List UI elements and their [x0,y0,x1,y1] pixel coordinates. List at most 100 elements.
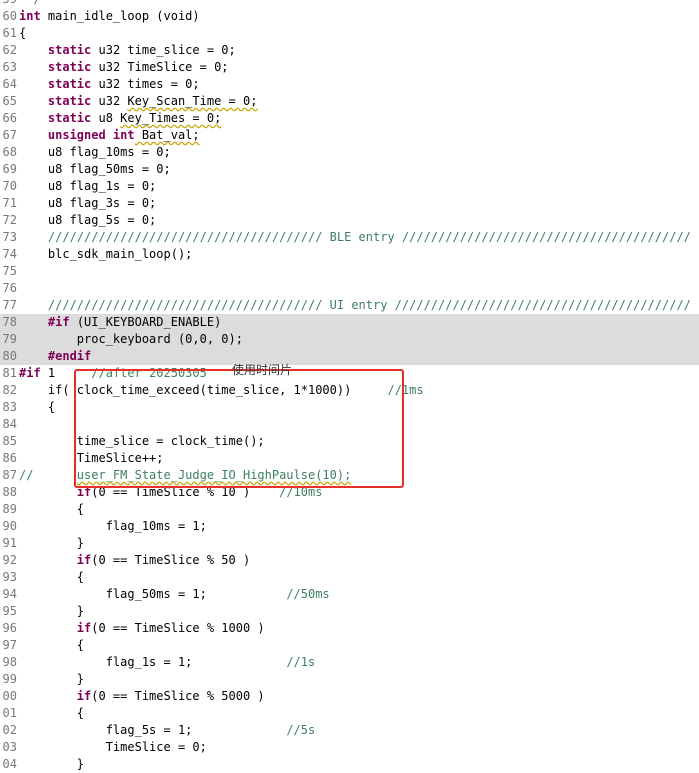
code-line[interactable]: 03 TimeSlice = 0; [0,739,699,756]
code-text: proc_keyboard (0,0, 0); [19,331,243,348]
code-line[interactable]: 94 flag_50ms = 1; //50ms [0,586,699,603]
line-number: 85 [2,434,17,448]
code-token: if [76,621,92,635]
line-number: 65 [2,94,17,108]
line-number: 79 [2,332,17,346]
code-line[interactable]: 60 int main_idle_loop (void) [0,8,699,25]
line-number: 73 [2,230,17,244]
code-token: unsigned int [47,128,135,142]
code-text: static u32 time_slice = 0; [19,42,236,59]
code-line[interactable]: 97 { [0,637,699,654]
code-text: { [19,705,84,722]
code-token: //1s [286,655,316,669]
code-token: Key_Scan_Time = 0; [127,94,258,108]
code-text: } [19,603,84,620]
code-line[interactable]: 75 [0,263,699,280]
code-line[interactable]: 01 { [0,705,699,722]
code-line[interactable]: 79 proc_keyboard (0,0, 0); [0,331,699,348]
line-number: 74 [2,247,17,261]
code-token: static [47,111,92,125]
code-line[interactable]: 73 /////////////////////////////////////… [0,229,699,246]
code-token: (0 == TimeSlice % 5000 ) [91,689,265,703]
code-line[interactable]: 70 u8 flag_1s = 0; [0,178,699,195]
line-number: 64 [2,77,17,91]
code-line[interactable]: 62 static u32 time_slice = 0; [0,42,699,59]
code-text: if(0 == TimeSlice % 50 ) [19,552,250,569]
code-token: blc_sdk_main_loop(); [19,247,193,261]
code-line[interactable]: 80 #endif [0,348,699,365]
line-number: 95 [2,604,17,618]
code-token: { [19,638,85,652]
code-line[interactable]: 71 u8 flag_3s = 0; [0,195,699,212]
code-token: u32 [91,94,128,108]
line-number: 84 [2,417,17,431]
code-line[interactable]: 02 flag_5s = 1; //5s [0,722,699,739]
code-token: Key_Times = 0; [120,111,222,125]
code-line[interactable]: 59 / [0,0,699,8]
line-number: 87 [2,468,17,482]
code-line[interactable]: 67 unsigned int Bat_val; [0,127,699,144]
code-line[interactable]: 78 #if (UI_KEYBOARD_ENABLE) [0,314,699,331]
code-token: u8 flag_50ms = 0; [19,162,171,176]
code-text: int main_idle_loop (void) [19,8,200,25]
code-text: { [19,569,84,586]
line-number: 63 [2,60,17,74]
code-text: u8 flag_50ms = 0; [19,161,171,178]
code-line[interactable]: 64 static u32 times = 0; [0,76,699,93]
code-token: #if [47,315,70,329]
code-token: flag_5s = 1; [19,723,287,737]
line-number: 75 [2,264,17,278]
code-token: static [47,77,92,91]
code-text: static u32 times = 0; [19,76,200,93]
code-line[interactable]: 98 flag_1s = 1; //1s [0,654,699,671]
code-token: static [47,60,92,74]
code-line[interactable]: 63 static u32 TimeSlice = 0; [0,59,699,76]
code-token: { [19,400,56,414]
code-token: } [19,604,85,618]
code-line[interactable]: 69 u8 flag_50ms = 0; [0,161,699,178]
line-number: 91 [2,536,17,550]
code-line[interactable]: 91 } [0,535,699,552]
code-token: ////////////////////////////////////// U… [19,298,691,312]
line-number: 59 [0,0,17,8]
code-line[interactable]: 89 { [0,501,699,518]
code-text: } [19,671,84,688]
code-line[interactable]: 04 } [0,756,699,773]
code-line[interactable]: 76 [0,280,699,297]
code-line[interactable]: 96 if(0 == TimeSlice % 1000 ) [0,620,699,637]
code-token: (0 == TimeSlice % 1000 ) [91,621,265,635]
code-line[interactable]: 61{ [0,25,699,42]
code-line[interactable]: 66 static u8 Key_Times = 0; [0,110,699,127]
code-token: int [19,9,41,23]
code-token: flag_1s = 1; [19,655,287,669]
code-token: static [47,43,92,57]
code-line[interactable]: 92 if(0 == TimeSlice % 50 ) [0,552,699,569]
code-text: if(0 == TimeSlice % 1000 ) [19,620,265,637]
code-token: u8 flag_10ms = 0; [19,145,171,159]
line-number: 69 [2,162,17,176]
code-line[interactable]: 95 } [0,603,699,620]
code-token: } [19,536,85,550]
annotation-box [74,369,404,488]
code-line[interactable]: 65 static u32 Key_Scan_Time = 0; [0,93,699,110]
code-token: u8 [91,111,121,125]
code-line[interactable]: 72 u8 flag_5s = 0; [0,212,699,229]
code-text: u8 flag_1s = 0; [19,178,156,195]
code-token: } [19,757,85,771]
code-line[interactable]: 00 if(0 == TimeSlice % 5000 ) [0,688,699,705]
line-number: 02 [2,723,17,737]
code-line[interactable]: 93 { [0,569,699,586]
code-line[interactable]: 90 flag_10ms = 1; [0,518,699,535]
code-text: flag_50ms = 1; //50ms [19,586,330,603]
line-number: 92 [2,553,17,567]
code-token: u8 flag_1s = 0; [19,179,157,193]
code-token: { [19,502,85,516]
code-line[interactable]: 74 blc_sdk_main_loop(); [0,246,699,263]
code-line[interactable]: 99 } [0,671,699,688]
code-line[interactable]: 77 /////////////////////////////////////… [0,297,699,314]
code-line[interactable]: 68 u8 flag_10ms = 0; [0,144,699,161]
